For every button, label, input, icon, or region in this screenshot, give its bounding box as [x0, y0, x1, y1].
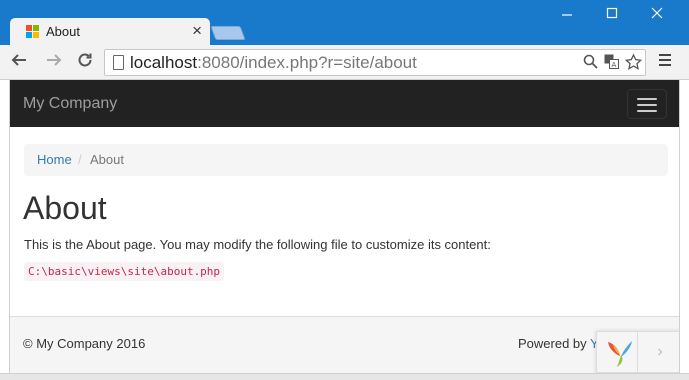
favicon-icon — [26, 25, 40, 39]
url-path: :8080/index.php?r=site/about — [197, 53, 417, 72]
yii-debug-toolbar[interactable]: › — [596, 331, 679, 373]
breadcrumb: Home / About — [24, 144, 668, 176]
new-tab-button[interactable] — [210, 26, 246, 40]
address-bar[interactable]: localhost:8080/index.php?r=site/about A — [104, 49, 646, 76]
reload-icon[interactable] — [74, 51, 96, 74]
powered-by-prefix: Powered by — [518, 336, 591, 351]
tab-close-icon[interactable]: × — [192, 21, 202, 41]
bookmark-star-icon[interactable] — [624, 53, 643, 75]
browser-toolbar: localhost:8080/index.php?r=site/about A — [0, 45, 689, 80]
tab-title: About — [46, 24, 80, 39]
browser-menu-icon[interactable] — [658, 52, 672, 73]
hamburger-bar — [637, 104, 657, 106]
navbar-toggle-button[interactable] — [627, 89, 667, 119]
page-description: This is the About page. You may modify t… — [24, 237, 491, 252]
site-footer: © My Company 2016 Powered by Y — [10, 316, 679, 373]
hamburger-bar — [637, 110, 657, 112]
brand-link[interactable]: My Company — [23, 95, 117, 113]
url-text[interactable]: localhost:8080/index.php?r=site/about — [130, 53, 417, 73]
file-path-code: C:\basic\views\site\about.php — [24, 262, 225, 281]
page-viewport: My Company Home / About About This is th… — [9, 80, 680, 373]
debug-toolbar-expand-icon[interactable]: › — [637, 332, 679, 373]
svg-text:A: A — [612, 61, 617, 69]
translate-icon[interactable]: A — [604, 54, 619, 73]
close-icon[interactable] — [642, 6, 672, 22]
breadcrumb-separator: / — [78, 152, 82, 167]
browser-tab-about[interactable]: About × — [10, 18, 210, 45]
minimize-icon[interactable] — [552, 6, 582, 22]
copyright-text: © My Company 2016 — [23, 336, 146, 351]
site-navbar: My Company — [10, 80, 679, 127]
yii-logo-icon[interactable] — [603, 336, 637, 370]
hamburger-bar — [637, 98, 657, 100]
page-icon — [113, 55, 124, 70]
powered-by-text: Powered by Y — [518, 336, 599, 351]
window-bottom-edge — [0, 373, 689, 380]
back-arrow-icon[interactable] — [8, 51, 30, 74]
url-host: localhost — [130, 53, 198, 72]
breadcrumb-current: About — [90, 152, 124, 167]
zoom-icon[interactable] — [583, 54, 598, 73]
breadcrumb-home-link[interactable]: Home — [37, 152, 72, 167]
browser-titlebar: About × — [0, 0, 689, 45]
page-title: About — [23, 190, 107, 226]
maximize-icon[interactable] — [597, 6, 627, 22]
forward-arrow-icon[interactable] — [43, 51, 65, 74]
